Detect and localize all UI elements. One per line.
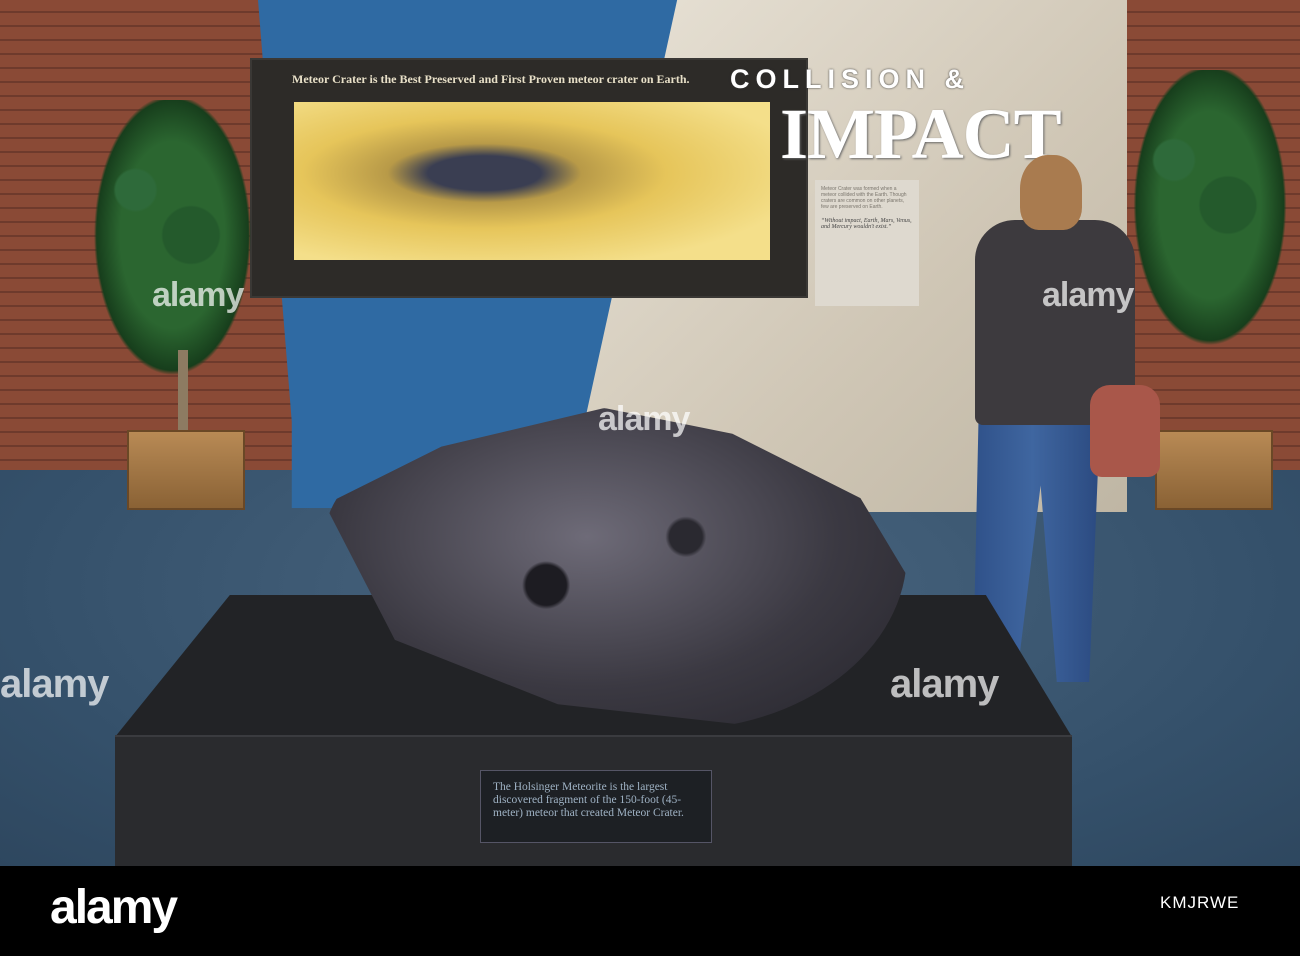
alamy-logo: alamy — [50, 881, 178, 934]
watermark-footer-bar — [0, 866, 1300, 956]
watermark-top-left: alamy — [152, 276, 244, 314]
planter-right — [1155, 430, 1273, 510]
watermark-top-right: alamy — [1042, 276, 1134, 314]
text-card-body: Meteor Crater was formed when a meteor c… — [821, 186, 907, 210]
exhibit-title-line2: IMPACT — [780, 94, 1062, 174]
image-id: KMJRWE — [1160, 893, 1240, 912]
watermark-center: alamy — [598, 400, 690, 438]
exhibit-text-card: Meteor Crater was formed when a meteor c… — [815, 180, 919, 306]
crater-display-screen: Meteor Crater is the Best Preserved and … — [250, 58, 808, 298]
screen-caption: Meteor Crater is the Best Preserved and … — [292, 72, 690, 86]
visitor-head — [1020, 155, 1082, 230]
watermark-right: alamy — [890, 662, 999, 706]
visitor-handbag — [1090, 385, 1160, 477]
planter-left — [127, 430, 245, 510]
watermark-left: alamy — [0, 662, 109, 706]
text-card-quote: “Without impact, Earth, Mars, Venus, and… — [821, 218, 912, 230]
plant-left-trunk — [178, 350, 188, 440]
plant-right — [1120, 70, 1300, 370]
exhibit-title-line1: COLLISION & — [730, 64, 970, 94]
plant-left — [80, 100, 265, 400]
meteorite-plaque: The Holsinger Meteorite is the largest d… — [480, 770, 712, 843]
crater-aerial-image — [294, 102, 770, 260]
